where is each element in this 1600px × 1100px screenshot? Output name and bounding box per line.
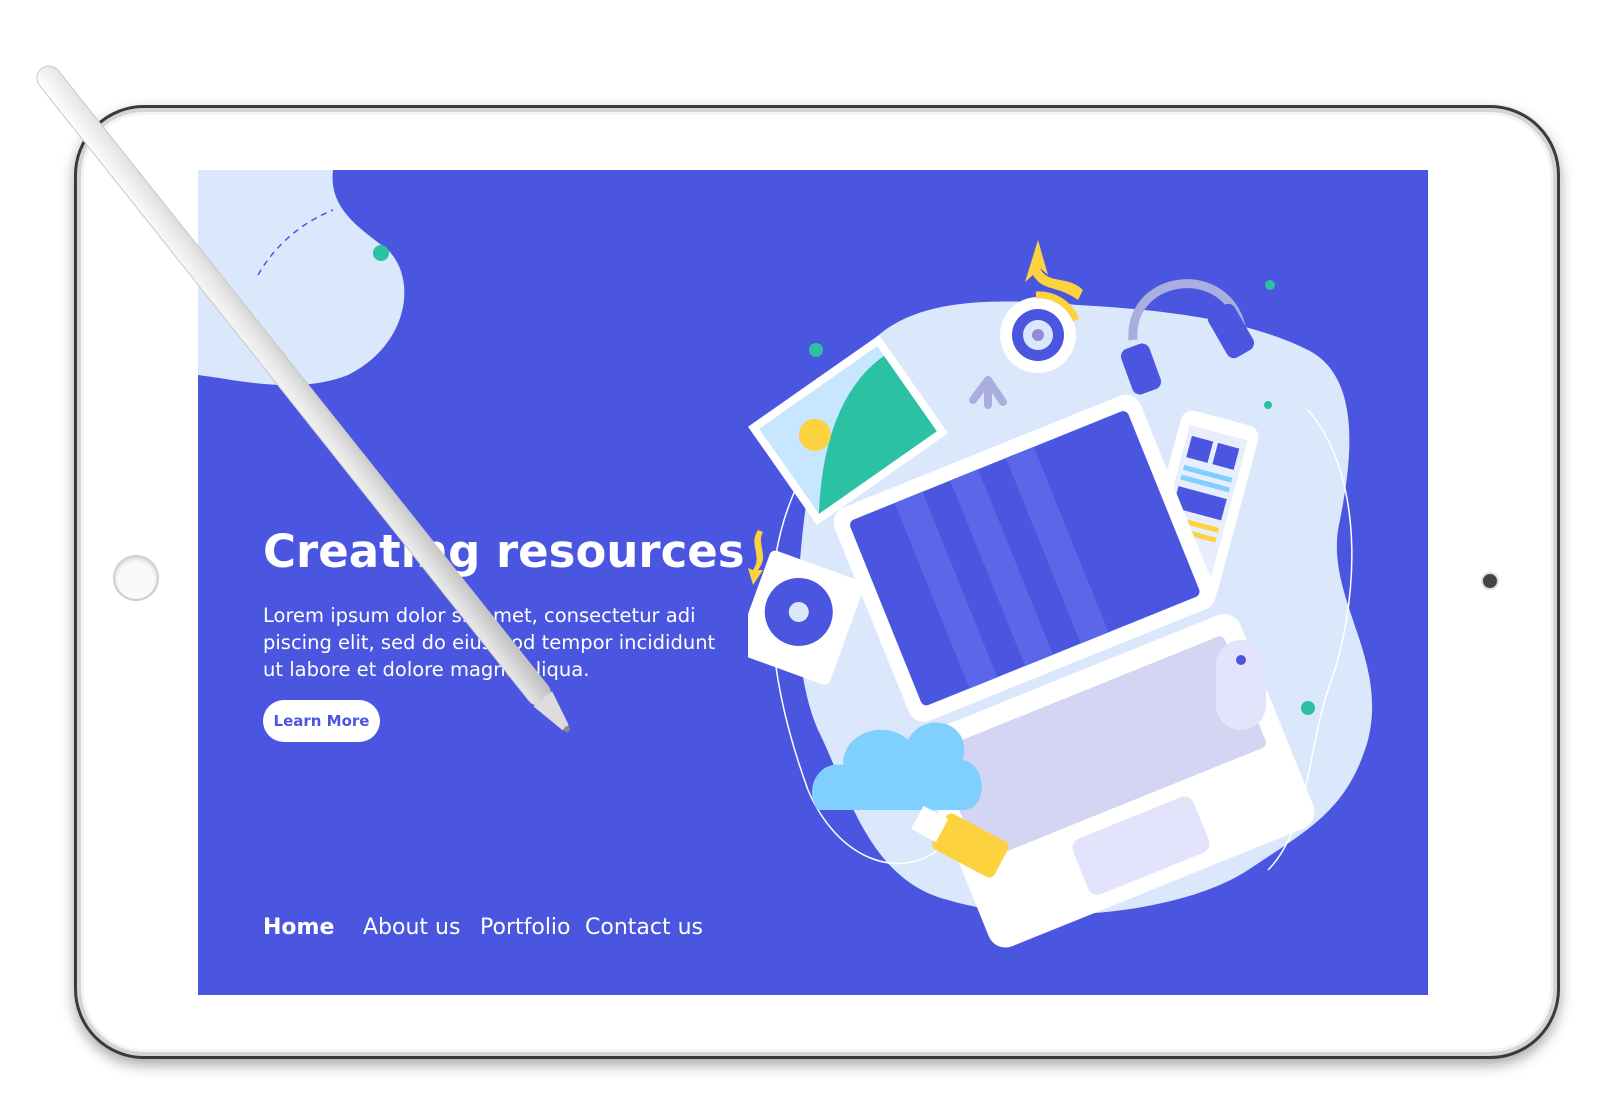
nav-about-us[interactable]: About us <box>363 915 460 940</box>
mouse-icon <box>1216 640 1266 730</box>
hero-title: Creating resources <box>263 525 745 578</box>
home-button[interactable] <box>113 555 159 601</box>
camera-icon <box>1483 574 1497 588</box>
learn-more-button[interactable]: Learn More <box>263 700 380 742</box>
landing-page-screen: Creating resources Lorem ipsum dolor sit… <box>198 170 1428 995</box>
workspace-illustration <box>748 240 1373 948</box>
hero-description: Lorem ipsum dolor sit amet, consectetur … <box>263 604 716 681</box>
nav-contact-us[interactable]: Contact us <box>585 915 703 940</box>
arrow-icon <box>748 530 764 585</box>
arrow-icon <box>1025 240 1083 300</box>
nav-portfolio[interactable]: Portfolio <box>480 915 571 940</box>
nav-home[interactable]: Home <box>263 915 334 940</box>
decorative-blob <box>198 170 405 386</box>
